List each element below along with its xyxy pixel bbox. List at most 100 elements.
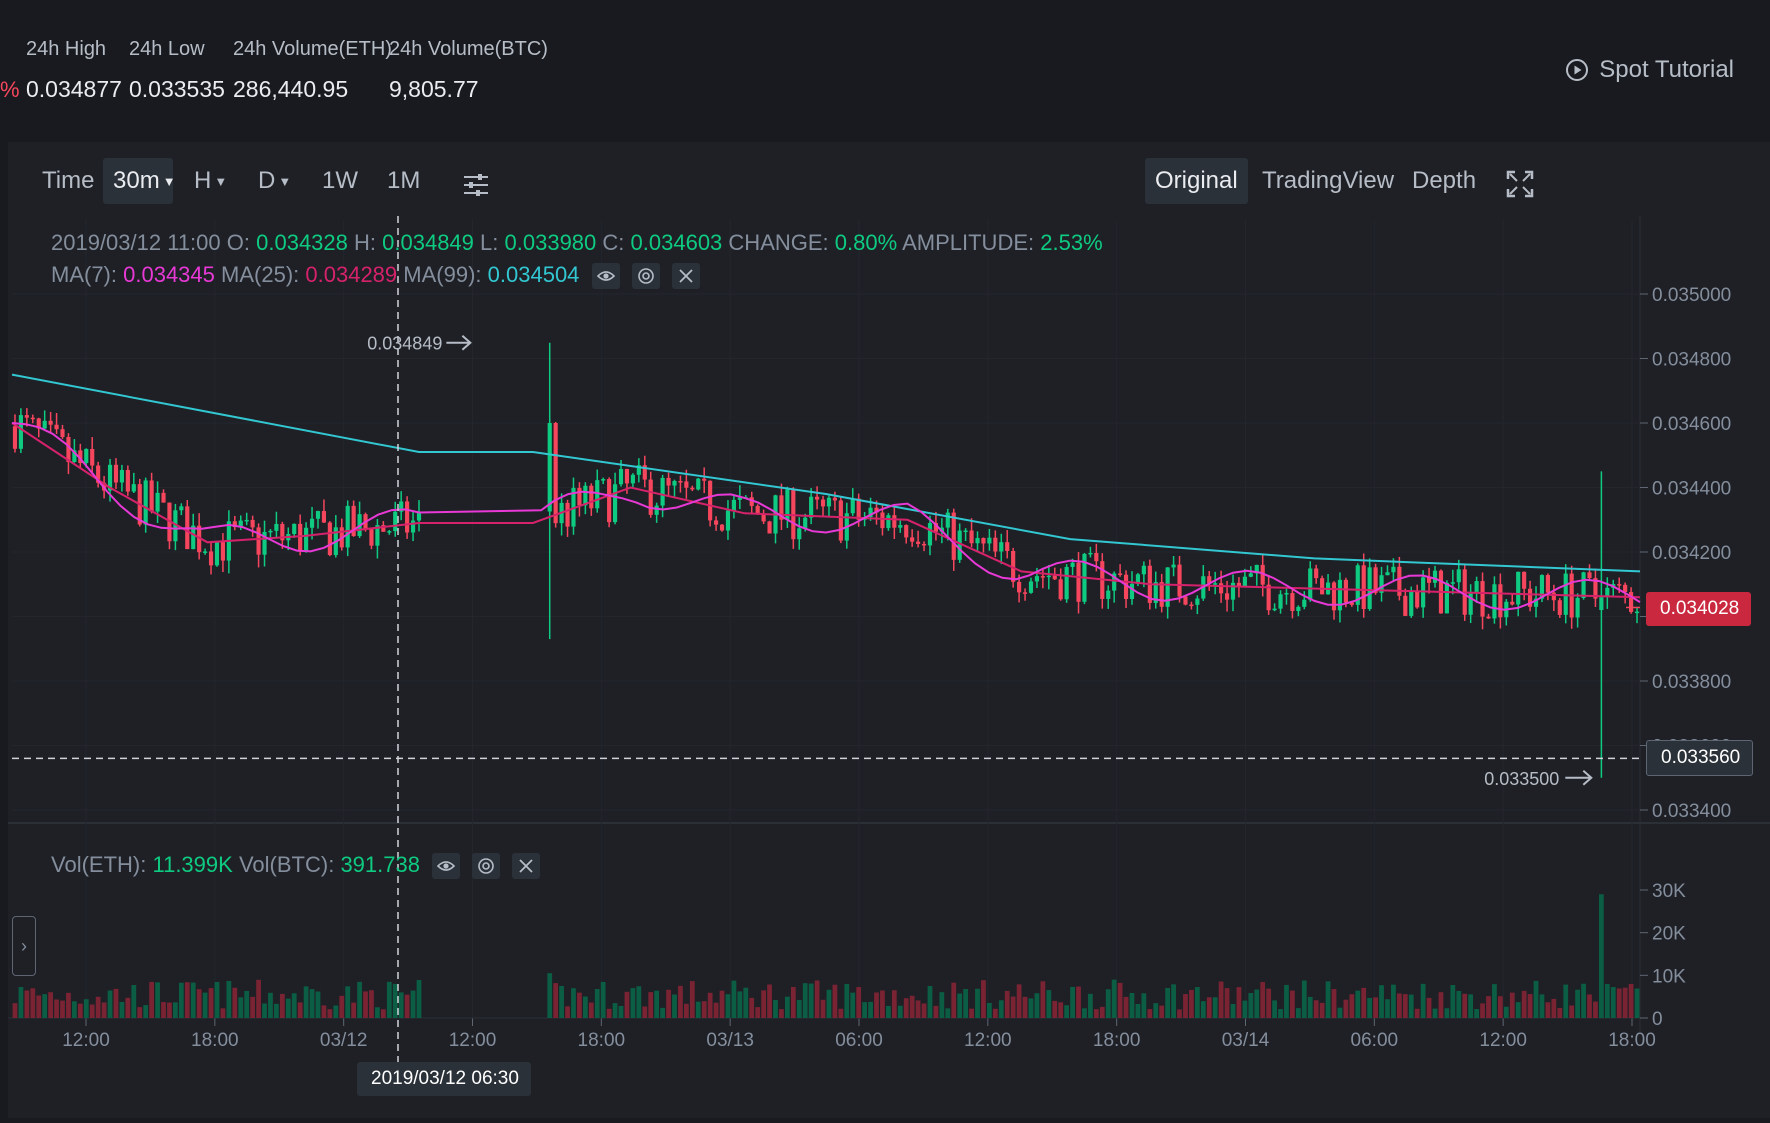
interval-time[interactable]: Time <box>32 158 104 204</box>
close-icon <box>519 859 533 873</box>
candle-body-down <box>1314 568 1319 579</box>
volume-bar-down <box>380 1009 386 1018</box>
candle-body-down <box>1498 584 1503 618</box>
candle-body-up <box>975 538 980 544</box>
legend-amplitude-label: AMPLITUDE: <box>902 230 1035 255</box>
volume-bar-down <box>642 1006 648 1018</box>
interval-1w[interactable]: 1W <box>312 158 368 204</box>
toggle-volume-visibility-button[interactable] <box>432 853 461 880</box>
volume-bar-up <box>1533 980 1539 1018</box>
chart-area[interactable]: 0.035000 0.034800 0.034600 0.034400 0.034200… <box>8 216 1770 1118</box>
volume-bar-up <box>945 1008 951 1018</box>
volume-bar-up <box>1105 989 1111 1018</box>
time-tick-label: 12:00 <box>449 1030 497 1051</box>
volume-bar-down <box>1402 994 1408 1018</box>
volume-bar-up <box>868 1001 873 1018</box>
remove-indicator-button[interactable] <box>671 263 700 290</box>
candle-body-up <box>654 505 659 515</box>
volume-bar-down <box>1058 1002 1064 1018</box>
volume-bar-down <box>149 981 155 1018</box>
volume-bar-down <box>89 1004 95 1018</box>
stat-label: 24h Volume(ETH) <box>233 38 392 60</box>
view-depth-tab[interactable]: Depth <box>1402 158 1486 204</box>
volume-bar-down <box>30 988 36 1018</box>
volume-bar-up <box>244 990 250 1018</box>
toggle-visibility-button[interactable] <box>591 263 620 290</box>
volume-bar-up <box>1450 985 1456 1018</box>
candle-body-up <box>119 470 124 483</box>
volume-bar-down <box>208 988 214 1018</box>
volume-bar-up <box>1604 983 1610 1018</box>
volume-bar-up <box>1379 985 1384 1018</box>
side-panel-toggle[interactable]: › <box>12 916 36 976</box>
time-tick-label: 03/13 <box>706 1030 754 1051</box>
candle-body-up <box>1409 591 1414 616</box>
volume-bar-down <box>689 981 695 1018</box>
volume-bar-down <box>1557 1007 1563 1018</box>
interval-hour[interactable]: H ▼ <box>184 158 237 204</box>
candle-body-up <box>725 510 731 531</box>
interval-30m[interactable]: 30m ▼ <box>103 158 176 204</box>
candle-body-down <box>1266 584 1271 611</box>
candle-body-down <box>951 512 956 560</box>
fullscreen-button[interactable] <box>1496 158 1544 204</box>
indicator-settings-button[interactable] <box>452 158 500 204</box>
volume-bar-down <box>707 992 713 1018</box>
volume-bar-down <box>969 1008 974 1018</box>
volume-bar-up <box>1212 997 1218 1018</box>
candle-body-up <box>143 480 148 525</box>
candle-body-up <box>1391 566 1396 573</box>
volume-bar-up <box>333 1005 339 1018</box>
candle-body-down <box>149 480 154 512</box>
volume-bar-down <box>666 989 671 1018</box>
candle-body-down <box>1361 565 1366 610</box>
volume-bar-up <box>559 985 564 1018</box>
stat-value: 0.034877 <box>26 76 122 102</box>
remove-volume-button[interactable] <box>512 853 541 880</box>
candle-body-up <box>1450 582 1455 584</box>
volume-bar-down <box>1093 1009 1099 1018</box>
time-tick-label: 06:00 <box>1351 1030 1399 1051</box>
ma7-label: MA(7): <box>51 262 117 287</box>
interval-day[interactable]: D ▼ <box>248 158 301 204</box>
candle-body-down <box>589 485 594 509</box>
volume-bar-down <box>992 1008 998 1018</box>
candle-body-down <box>910 537 915 542</box>
volume-bar-down <box>713 1002 719 1018</box>
candle-body-down <box>1052 575 1057 580</box>
candle-body-up <box>1575 597 1580 618</box>
candle-body-up <box>886 515 891 529</box>
candle-body-down <box>125 470 130 492</box>
volume-bar-up <box>1194 987 1200 1018</box>
volume-bar-up <box>1408 994 1414 1018</box>
candle-body-up <box>1516 571 1521 605</box>
candle-body-down <box>1118 573 1123 575</box>
volume-bar-down <box>1004 990 1010 1018</box>
view-tradingview-tab[interactable]: TradingView <box>1252 158 1404 204</box>
volume-bar-down <box>184 982 190 1018</box>
candle-body-down <box>916 541 921 544</box>
view-original-tab[interactable]: Original <box>1145 158 1248 204</box>
candle-body-down <box>1480 581 1485 617</box>
candle-body-up <box>1302 599 1307 607</box>
candle-body-up <box>1106 590 1111 599</box>
candle-body-down <box>553 423 558 524</box>
volume-bar-up <box>392 983 398 1018</box>
volume-bar-down <box>339 995 345 1018</box>
volume-bar-up <box>1171 984 1176 1018</box>
candlestick-chart[interactable]: 0.035000 0.034800 0.034600 0.034400 0.034200… <box>8 216 1770 1118</box>
volume-bar-up <box>1153 1003 1159 1018</box>
candle-body-up <box>1432 570 1438 583</box>
candle-body-up <box>1284 593 1289 595</box>
time-tick-label: 03/14 <box>1222 1030 1270 1051</box>
interval-1m[interactable]: 1M <box>377 158 430 204</box>
indicator-settings-button[interactable] <box>631 263 660 290</box>
volume-bar-up <box>18 987 24 1018</box>
volume-bar-up <box>998 1000 1004 1018</box>
candle-body-down <box>666 477 671 486</box>
candle-body-down <box>714 520 719 525</box>
candle-body-up <box>292 523 297 535</box>
spot-tutorial-link[interactable]: Spot Tutorial <box>1565 56 1734 84</box>
candle-body-up <box>826 497 832 507</box>
volume-settings-button[interactable] <box>472 853 501 880</box>
